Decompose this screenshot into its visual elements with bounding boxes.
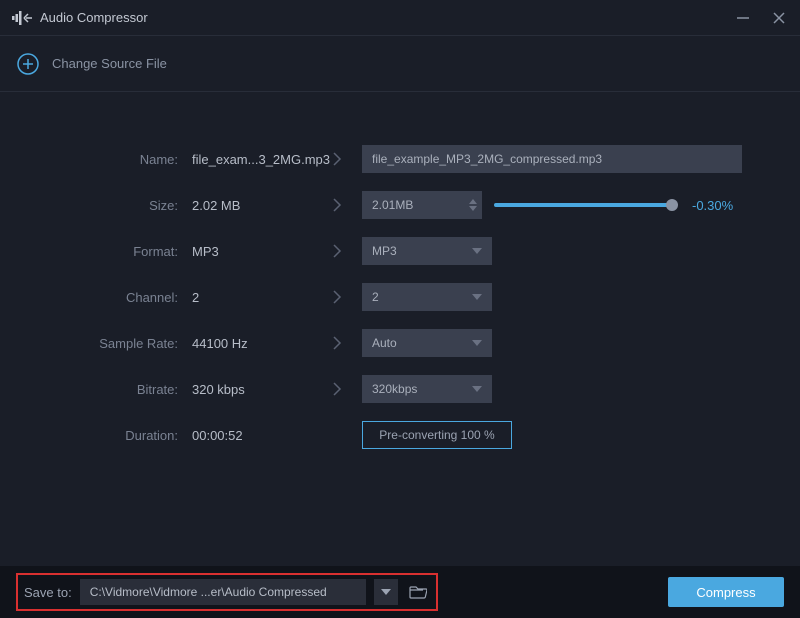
sample-rate-select-value: Auto [372, 336, 397, 350]
row-format: Format: MP3 MP3 [20, 228, 780, 274]
row-bitrate: Bitrate: 320 kbps 320kbps [20, 366, 780, 412]
value-channel: 2 [192, 290, 312, 305]
format-select-value: MP3 [372, 244, 397, 258]
value-bitrate: 320 kbps [192, 382, 312, 397]
output-name-input[interactable] [362, 145, 742, 173]
format-select[interactable]: MP3 [362, 237, 492, 265]
row-name: Name: file_exam...3_2MG.mp3 [20, 136, 780, 182]
size-percent: -0.30% [692, 198, 733, 213]
row-duration: Duration: 00:00:52 Pre-converting 100 % [20, 412, 780, 458]
row-sample-rate: Sample Rate: 44100 Hz Auto [20, 320, 780, 366]
source-file-bar: Change Source File [0, 36, 800, 92]
save-to-section: Save to: C:\Vidmore\Vidmore ...er\Audio … [16, 573, 438, 611]
value-name: file_exam...3_2MG.mp3 [192, 152, 312, 167]
arrow-icon [312, 289, 362, 305]
settings-form: Name: file_exam...3_2MG.mp3 Size: 2.02 M… [0, 92, 800, 458]
label-name: Name: [20, 152, 192, 167]
sample-rate-select[interactable]: Auto [362, 329, 492, 357]
size-slider[interactable] [494, 203, 672, 207]
change-source-button[interactable]: Change Source File [52, 56, 167, 71]
channel-select[interactable]: 2 [362, 283, 492, 311]
arrow-icon [312, 335, 362, 351]
preconvert-progress: Pre-converting 100 % [362, 421, 512, 449]
add-source-icon[interactable] [16, 52, 40, 76]
bitrate-select[interactable]: 320kbps [362, 375, 492, 403]
bitrate-select-value: 320kbps [372, 382, 417, 396]
arrow-icon [312, 381, 362, 397]
folder-icon [409, 585, 427, 599]
open-folder-button[interactable] [406, 579, 430, 605]
compress-button-label: Compress [696, 585, 755, 600]
arrow-icon [312, 243, 362, 259]
app-logo-icon [12, 8, 32, 28]
value-sample-rate: 44100 Hz [192, 336, 312, 351]
label-bitrate: Bitrate: [20, 382, 192, 397]
save-path-display[interactable]: C:\Vidmore\Vidmore ...er\Audio Compresse… [80, 579, 366, 605]
arrow-icon [312, 151, 362, 167]
row-size: Size: 2.02 MB 2.01MB -0.30% [20, 182, 780, 228]
value-size: 2.02 MB [192, 198, 312, 213]
row-channel: Channel: 2 2 [20, 274, 780, 320]
label-channel: Channel: [20, 290, 192, 305]
slider-thumb[interactable] [666, 199, 678, 211]
label-format: Format: [20, 244, 192, 259]
label-sample-rate: Sample Rate: [20, 336, 192, 351]
save-path-dropdown[interactable] [374, 579, 398, 605]
size-stepper-value: 2.01MB [362, 198, 464, 212]
close-button[interactable] [770, 9, 788, 27]
compress-button[interactable]: Compress [668, 577, 784, 607]
label-duration: Duration: [20, 428, 192, 443]
stepper-up-icon[interactable] [469, 199, 477, 204]
stepper-down-icon[interactable] [469, 206, 477, 211]
footer: Save to: C:\Vidmore\Vidmore ...er\Audio … [0, 566, 800, 618]
save-to-label: Save to: [24, 585, 72, 600]
save-path-text: C:\Vidmore\Vidmore ...er\Audio Compresse… [90, 585, 327, 599]
arrow-icon [312, 197, 362, 213]
size-stepper[interactable]: 2.01MB [362, 191, 482, 219]
chevron-down-icon [472, 340, 482, 346]
value-format: MP3 [192, 244, 312, 259]
value-duration: 00:00:52 [192, 428, 312, 443]
chevron-down-icon [381, 589, 391, 595]
chevron-down-icon [472, 248, 482, 254]
minimize-button[interactable] [734, 9, 752, 27]
label-size: Size: [20, 198, 192, 213]
chevron-down-icon [472, 386, 482, 392]
channel-select-value: 2 [372, 290, 379, 304]
chevron-down-icon [472, 294, 482, 300]
titlebar: Audio Compressor [0, 0, 800, 36]
window-controls [734, 9, 788, 27]
app-title: Audio Compressor [40, 10, 734, 25]
progress-label: Pre-converting 100 % [379, 428, 494, 442]
